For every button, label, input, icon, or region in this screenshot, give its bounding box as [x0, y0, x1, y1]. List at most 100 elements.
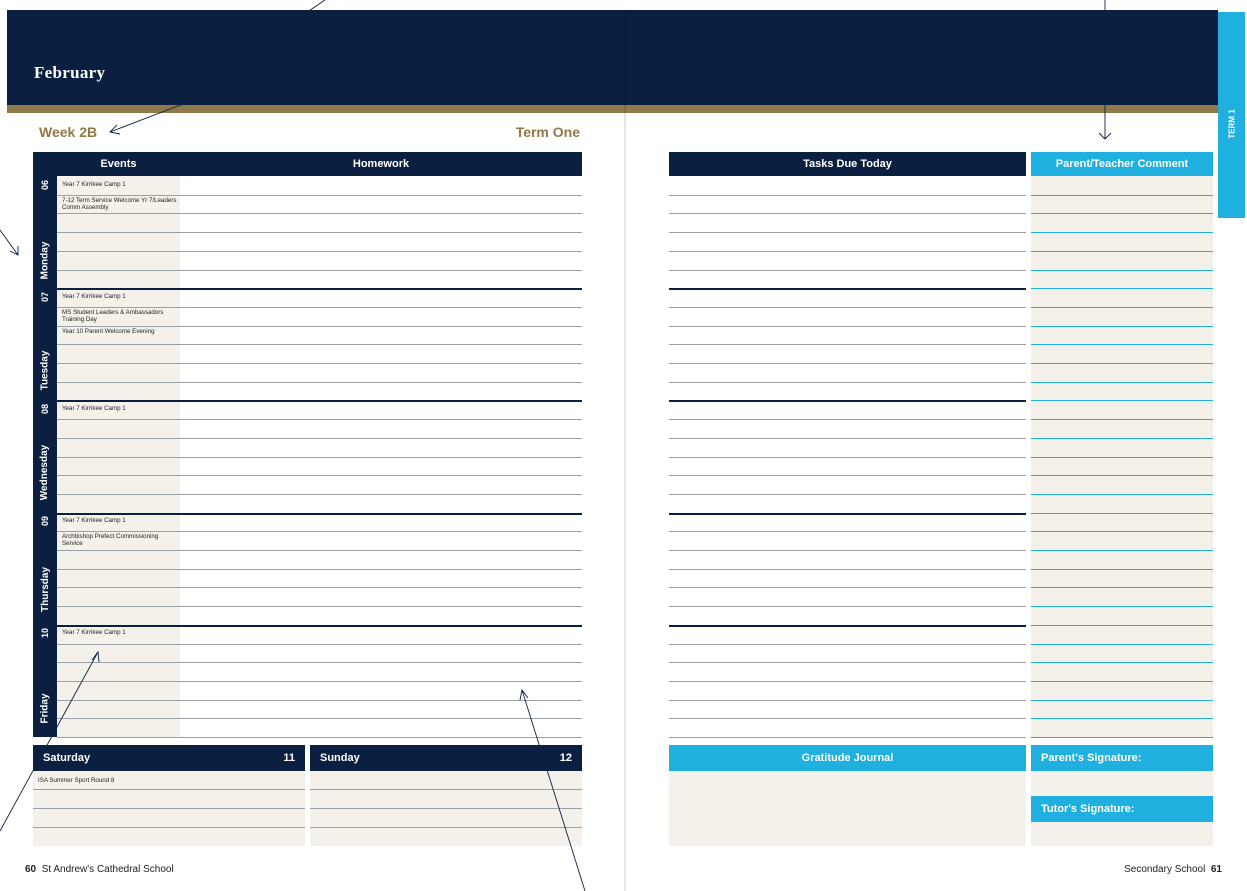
event-item: Year 7 Kirrikee Camp 1: [62, 293, 126, 300]
arrow-head: [1098, 132, 1112, 140]
ruled-line: [33, 827, 305, 828]
section-name: Secondary School: [1124, 864, 1206, 875]
week-label: Week 2B: [39, 124, 98, 140]
term-tab: TERM 1: [1218, 12, 1245, 218]
parent-signature-heading: Parent's Signature:: [1031, 745, 1213, 771]
saturday-header: Saturday 11: [33, 745, 305, 771]
day-name-friday: Friday: [39, 692, 51, 724]
day-name-tuesday: Tuesday: [39, 350, 51, 390]
ruled-line: [669, 363, 1026, 364]
ruled-line: [1031, 326, 1213, 327]
ruled-line: [57, 606, 582, 607]
ruled-line: [669, 270, 1026, 271]
ruled-line: [57, 438, 582, 439]
ruled-line: [1031, 363, 1213, 364]
ruled-line: [57, 363, 582, 364]
event-item: Archbishop Prefect Commissioning Service: [62, 533, 159, 547]
ruled-line: [669, 344, 1026, 345]
footer-left: 60 St Andrew's Cathedral School: [25, 864, 174, 875]
ruled-line: [57, 419, 582, 420]
ruled-line: [57, 232, 582, 233]
page-number-left: 60: [25, 864, 37, 875]
ruled-line: [33, 808, 305, 809]
arrow-head: [109, 124, 121, 135]
gratitude-heading: Gratitude Journal: [669, 745, 1026, 771]
ruled-line: [310, 808, 582, 809]
homework-heading: Homework: [180, 152, 582, 176]
ruled-line: [1031, 700, 1213, 701]
sunday-label: Sunday: [320, 752, 360, 764]
ruled-line: [57, 344, 582, 345]
ruled-line: [1031, 195, 1213, 196]
page-fold: [624, 10, 626, 891]
saturday-label: Saturday: [43, 752, 91, 764]
corner-cell: [33, 152, 57, 176]
month-title: February: [34, 63, 106, 82]
ruled-line: [57, 382, 582, 383]
ruled-line: [1031, 644, 1213, 645]
event-item: 7-12 Term Service Welcome Yr 7/Leaders C…: [62, 197, 177, 211]
ruled-line: [57, 718, 582, 719]
ruled-line: [57, 251, 582, 252]
day-divider: [1031, 513, 1213, 514]
ruled-line: [669, 569, 1026, 570]
ruled-line: [1031, 382, 1213, 383]
event-item: Year 7 Kirrikee Camp 1: [62, 405, 126, 412]
ruled-line: [669, 382, 1026, 383]
term-label: Term One: [515, 124, 580, 140]
ruled-line: [669, 644, 1026, 645]
header-band: [7, 10, 1218, 105]
ruled-line: [669, 550, 1026, 551]
day-name-thursday: Thursday: [39, 566, 51, 612]
event-item: Year 7 Kirrikee Camp 1: [62, 181, 126, 188]
day-divider: [669, 288, 1026, 290]
arrow-head: [9, 246, 19, 256]
events-heading: Events: [57, 152, 180, 176]
ruled-line: [57, 494, 582, 495]
tutor-signature-box[interactable]: [1031, 822, 1213, 846]
parent-signature-box[interactable]: [1031, 771, 1213, 796]
ruled-line: [57, 270, 582, 271]
ruled-line: [669, 737, 1026, 738]
day-name-monday: Monday: [39, 241, 51, 279]
header-gold-stripe: [7, 105, 1218, 113]
ruled-line: [57, 457, 582, 458]
ruled-line: [1031, 475, 1213, 476]
ruled-line: [57, 662, 582, 663]
ruled-line: [57, 681, 582, 682]
day-divider: [669, 513, 1026, 515]
ruled-line: [33, 789, 305, 790]
ruled-line: [1031, 232, 1213, 233]
day-divider: [57, 400, 582, 402]
ruled-line: [669, 326, 1026, 327]
event-item: MS Student Leaders & Ambassadors Trainin…: [62, 309, 164, 323]
ruled-line: [1031, 438, 1213, 439]
ruled-line: [669, 457, 1026, 458]
ruled-line: [669, 195, 1026, 196]
gratitude-box[interactable]: [669, 771, 1026, 846]
event-item: Year 7 Kirrikee Camp 1: [62, 517, 126, 524]
ruled-line: [57, 213, 582, 214]
ruled-line: [669, 681, 1026, 682]
ruled-line: [669, 606, 1026, 607]
school-name: St Andrew's Cathedral School: [41, 864, 174, 875]
day-number: 07: [39, 291, 50, 303]
arrow-head: [519, 688, 529, 701]
ruled-line: [57, 195, 582, 196]
ruled-line: [1031, 550, 1213, 551]
ruled-line: [57, 307, 582, 308]
ruled-line: [57, 587, 582, 588]
ruled-line: [57, 326, 582, 327]
ruled-line: [1031, 494, 1213, 495]
day-number: 09: [39, 515, 50, 527]
ruled-line: [1031, 213, 1213, 214]
event-item: ISA Summer Sport Round 8: [38, 777, 115, 784]
day-number: 06: [39, 179, 50, 191]
ruled-line: [57, 700, 582, 701]
ruled-line: [1031, 569, 1213, 570]
ruled-line: [57, 644, 582, 645]
event-item: Year 10 Parent Welcome Evening: [62, 328, 155, 335]
ruled-line: [669, 662, 1026, 663]
ruled-line: [1031, 662, 1213, 663]
ruled-line: [57, 737, 582, 738]
